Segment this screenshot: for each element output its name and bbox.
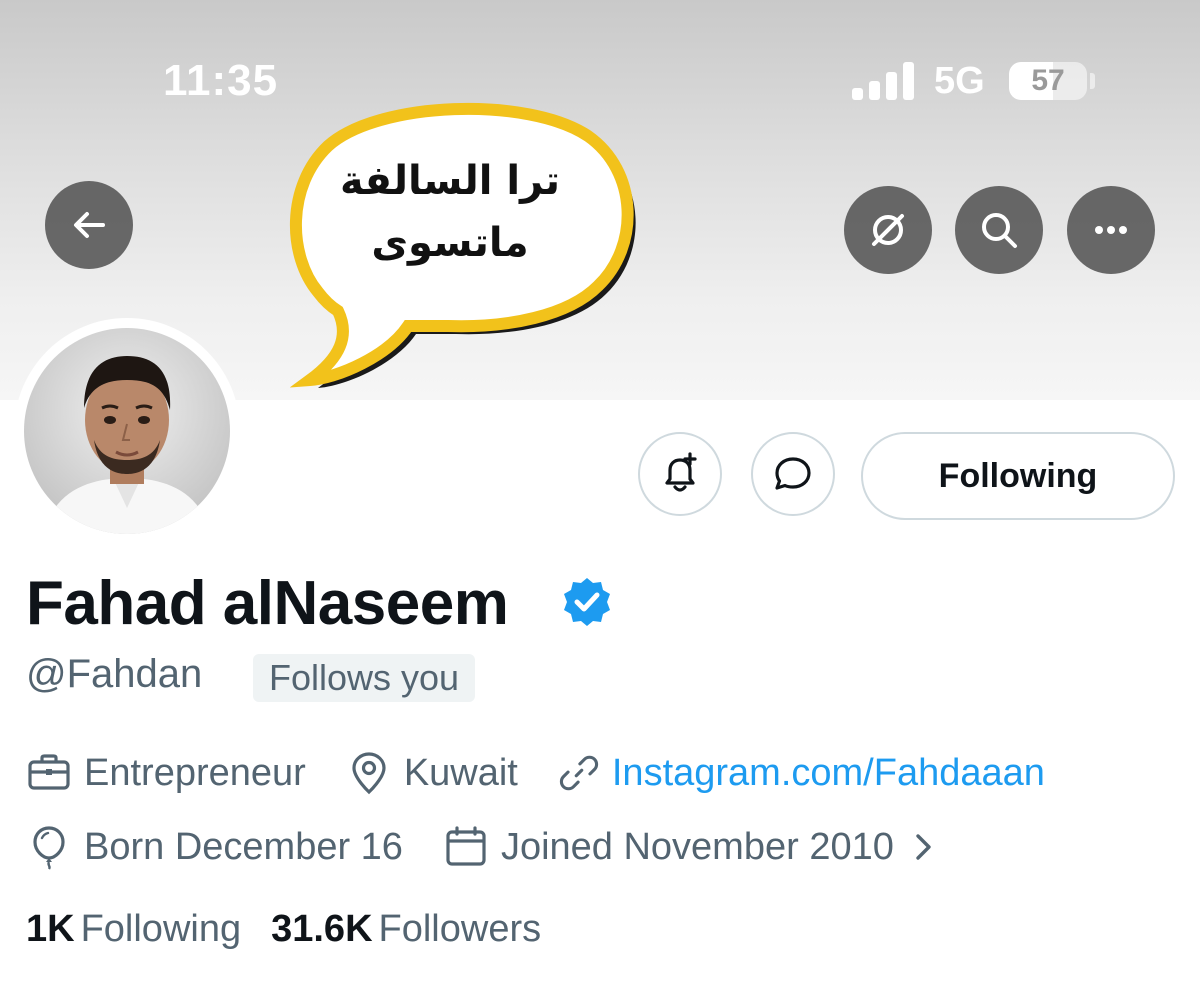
location-item: Kuwait bbox=[346, 750, 518, 796]
search-button[interactable] bbox=[955, 186, 1043, 274]
location-text: Kuwait bbox=[403, 751, 518, 794]
grok-button[interactable] bbox=[844, 186, 932, 274]
following-label: Following bbox=[80, 908, 242, 950]
follow-stats: 1K Following 31.6K Followers bbox=[26, 908, 571, 951]
back-button[interactable] bbox=[45, 181, 133, 269]
notifications-button[interactable] bbox=[638, 432, 722, 516]
profession-text: Entrepreneur bbox=[84, 751, 306, 794]
notification-add-icon bbox=[665, 452, 697, 492]
more-button[interactable] bbox=[1067, 186, 1155, 274]
profile-meta-row-2: Born December 16 Joined November 2010 bbox=[26, 822, 990, 872]
balloon-icon bbox=[33, 826, 65, 870]
followers-stat[interactable]: 31.6K Followers bbox=[271, 908, 571, 951]
profile-meta-row-1: Entrepreneur Kuwait Instagram.com/Fahdaa… bbox=[26, 748, 1085, 798]
battery-level: 57 bbox=[1031, 64, 1065, 97]
birthday-item: Born December 16 bbox=[26, 824, 403, 870]
avatar-photo bbox=[24, 328, 230, 534]
website-link[interactable]: Instagram.com/Fahdaaan bbox=[612, 752, 1045, 795]
website-item[interactable]: Instagram.com/Fahdaaan bbox=[558, 752, 1045, 795]
verified-badge-icon bbox=[564, 578, 610, 626]
location-pin-icon bbox=[352, 752, 386, 795]
calendar-icon bbox=[446, 826, 486, 866]
joined-item[interactable]: Joined November 2010 bbox=[443, 824, 950, 870]
battery-icon: 57 bbox=[1009, 62, 1087, 100]
cellular-signal-icon bbox=[852, 62, 914, 100]
banner-text-line2: ماتسوى bbox=[371, 220, 529, 266]
banner-text-line1: ترا السالفة bbox=[339, 158, 561, 204]
joined-text: Joined November 2010 bbox=[500, 825, 894, 868]
message-button[interactable] bbox=[751, 432, 835, 516]
following-count: 1K bbox=[26, 908, 75, 950]
following-stat[interactable]: 1K Following bbox=[26, 908, 271, 951]
grok-icon bbox=[872, 214, 904, 246]
following-button[interactable]: Following bbox=[861, 432, 1175, 520]
follows-you-badge: Follows you bbox=[253, 654, 476, 702]
avatar[interactable] bbox=[14, 318, 240, 544]
profession-item: Entrepreneur bbox=[26, 750, 306, 796]
status-time: 11:35 bbox=[163, 56, 279, 105]
chevron-right-icon bbox=[916, 834, 931, 860]
display-name: Fahad alNaseem bbox=[26, 569, 509, 638]
user-handle: @Fahdan bbox=[26, 652, 203, 696]
more-icon bbox=[1095, 226, 1127, 234]
banner-arabic-text: ترا السالفة ماتسوى bbox=[300, 150, 600, 274]
briefcase-icon bbox=[28, 754, 70, 790]
followers-count: 31.6K bbox=[271, 908, 373, 950]
battery-cap bbox=[1090, 73, 1095, 89]
network-type: 5G bbox=[934, 60, 985, 102]
message-icon bbox=[775, 457, 811, 490]
link-icon bbox=[559, 755, 598, 791]
search-icon bbox=[982, 213, 1017, 248]
birthday-text: Born December 16 bbox=[84, 825, 403, 868]
back-arrow-icon bbox=[74, 212, 105, 238]
followers-label: Followers bbox=[378, 908, 542, 950]
